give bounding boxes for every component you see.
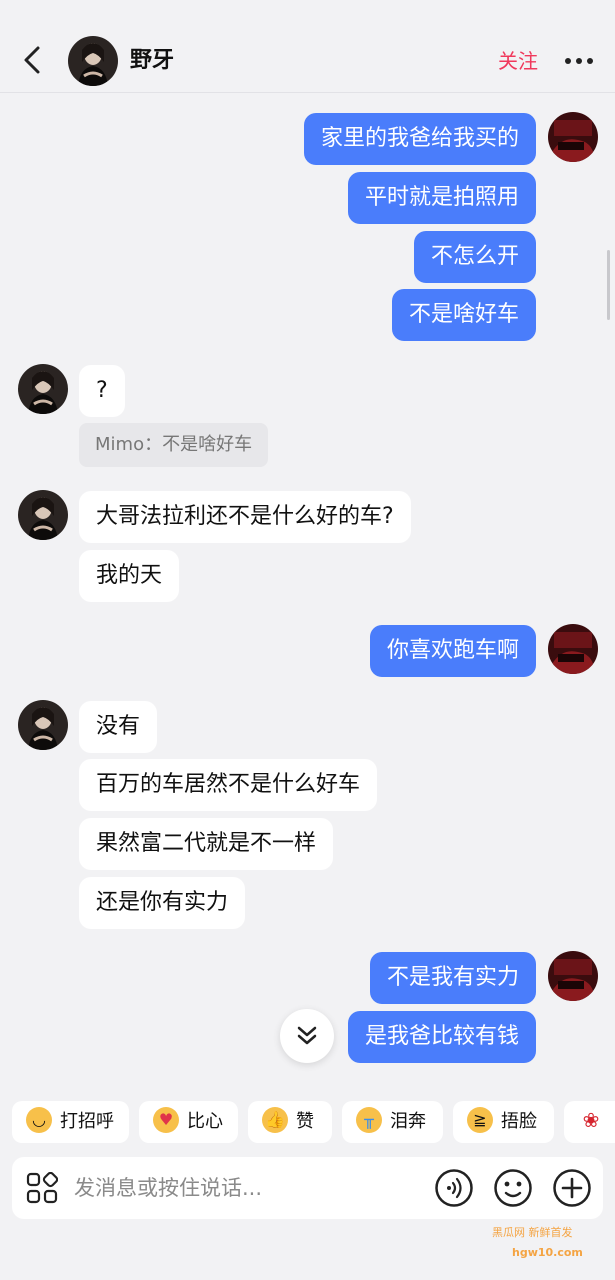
message-bubble-sent[interactable]: 你喜欢跑车啊 (369, 625, 536, 677)
contact-avatar[interactable] (18, 364, 68, 414)
more-options-icon[interactable] (562, 52, 596, 70)
message-bubble-sent[interactable]: 平时就是拍照用 (347, 172, 536, 224)
follow-button[interactable]: 关注 (498, 46, 538, 76)
message-bubble-received[interactable]: 百万的车居然不是什么好车 (79, 759, 378, 811)
quick-reply-chip[interactable]: ❀ (564, 1101, 615, 1143)
contact-avatar[interactable] (18, 700, 68, 750)
watermark-url: hgw10.com (512, 1246, 583, 1259)
quick-reply-label: 打招呼 (60, 1111, 114, 1132)
scroll-to-bottom-button[interactable] (280, 1009, 334, 1063)
message-bubble-received[interactable]: 没有 (79, 701, 158, 753)
quick-reply-chip[interactable]: ╥ 泪奔 (342, 1101, 443, 1143)
quick-reply-label: 捂脸 (501, 1111, 537, 1132)
heart-hands-icon: ♥ (153, 1107, 179, 1133)
message-bubble-received[interactable]: ? (79, 365, 125, 417)
message-bubble-sent[interactable]: 家里的我爸给我买的 (303, 113, 536, 165)
message-input[interactable] (74, 1171, 404, 1205)
my-avatar[interactable] (548, 951, 598, 1001)
laughing-face-icon: ≧ (467, 1107, 493, 1133)
chat-header: 野牙 关注 (0, 0, 615, 93)
voice-input-icon[interactable] (434, 1168, 474, 1208)
add-plus-icon[interactable] (552, 1168, 592, 1208)
my-avatar[interactable] (548, 112, 598, 162)
message-input-bar (12, 1157, 603, 1219)
message-bubble-received[interactable]: 还是你有实力 (79, 877, 246, 929)
quoted-message[interactable]: Mimo：不是啥好车 (79, 423, 269, 467)
watermark-text: 黑瓜网 新鲜首发 (492, 1226, 573, 1239)
message-bubble-received[interactable]: 我的天 (79, 550, 180, 602)
apps-grid-icon[interactable] (26, 1172, 58, 1204)
crying-face-icon: ╥ (356, 1107, 382, 1133)
message-bubble-received[interactable]: 大哥法拉利还不是什么好的车? (79, 491, 411, 543)
quick-reply-label: 泪奔 (390, 1111, 426, 1132)
back-arrow-icon[interactable] (18, 42, 48, 78)
emoji-icon[interactable] (493, 1168, 533, 1208)
message-bubble-sent[interactable]: 是我爸比较有钱 (347, 1011, 536, 1063)
message-bubble-received[interactable]: 果然富二代就是不一样 (79, 818, 334, 870)
message-bubble-sent[interactable]: 不是我有实力 (369, 952, 536, 1004)
quick-reply-label: 赞 (296, 1111, 314, 1132)
contact-avatar[interactable] (68, 36, 118, 86)
quick-reply-label: 比心 (187, 1111, 223, 1132)
rose-icon: ❀ (582, 1108, 600, 1132)
contact-avatar[interactable] (18, 490, 68, 540)
quick-reply-chip[interactable]: ♥ 比心 (139, 1101, 238, 1143)
thumbs-up-icon: 👍 (262, 1107, 288, 1133)
quick-reply-chip[interactable]: 👍 赞 (248, 1101, 332, 1143)
double-chevron-down-icon (297, 1026, 317, 1045)
message-bubble-sent[interactable]: 不是啥好车 (391, 289, 536, 341)
my-avatar[interactable] (548, 624, 598, 674)
message-bubble-sent[interactable]: 不怎么开 (413, 231, 536, 283)
contact-name: 野牙 (130, 48, 175, 73)
scroll-indicator[interactable] (607, 250, 610, 320)
quick-reply-chip[interactable]: ◡ 打招呼 (12, 1101, 129, 1143)
quick-reply-chip[interactable]: ≧ 捂脸 (453, 1101, 554, 1143)
waving-face-icon: ◡ (26, 1107, 52, 1133)
